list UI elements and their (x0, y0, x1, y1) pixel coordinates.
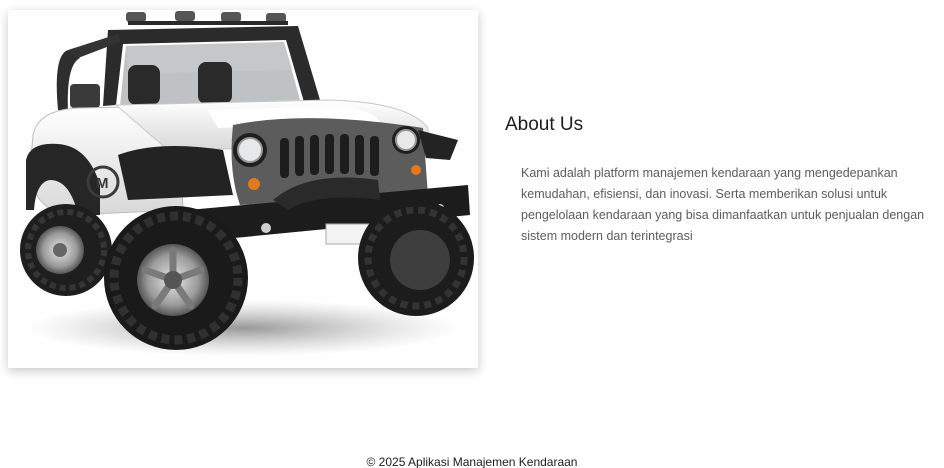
far-front-wheel (358, 200, 474, 316)
footer: © 2025 Aplikasi Manajemen Kendaraan (0, 455, 944, 468)
about-title: About Us (505, 114, 584, 135)
roof-lights (126, 11, 288, 25)
near-front-wheel (104, 206, 248, 350)
about-section: About Us Kami adalah platform manajemen … (505, 114, 943, 247)
svg-text:M: M (96, 175, 109, 192)
jeep-photo: M (20, 11, 474, 356)
vehicle-photo-card: M (8, 10, 478, 368)
about-page: M About Us Kami adalah platform manajeme… (0, 0, 944, 468)
footer-copyright: © 2025 Aplikasi Manajemen Kendaraan (366, 455, 578, 468)
rear-wheel (20, 204, 112, 296)
about-description: Kami adalah platform manajemen kendaraan… (521, 166, 925, 243)
